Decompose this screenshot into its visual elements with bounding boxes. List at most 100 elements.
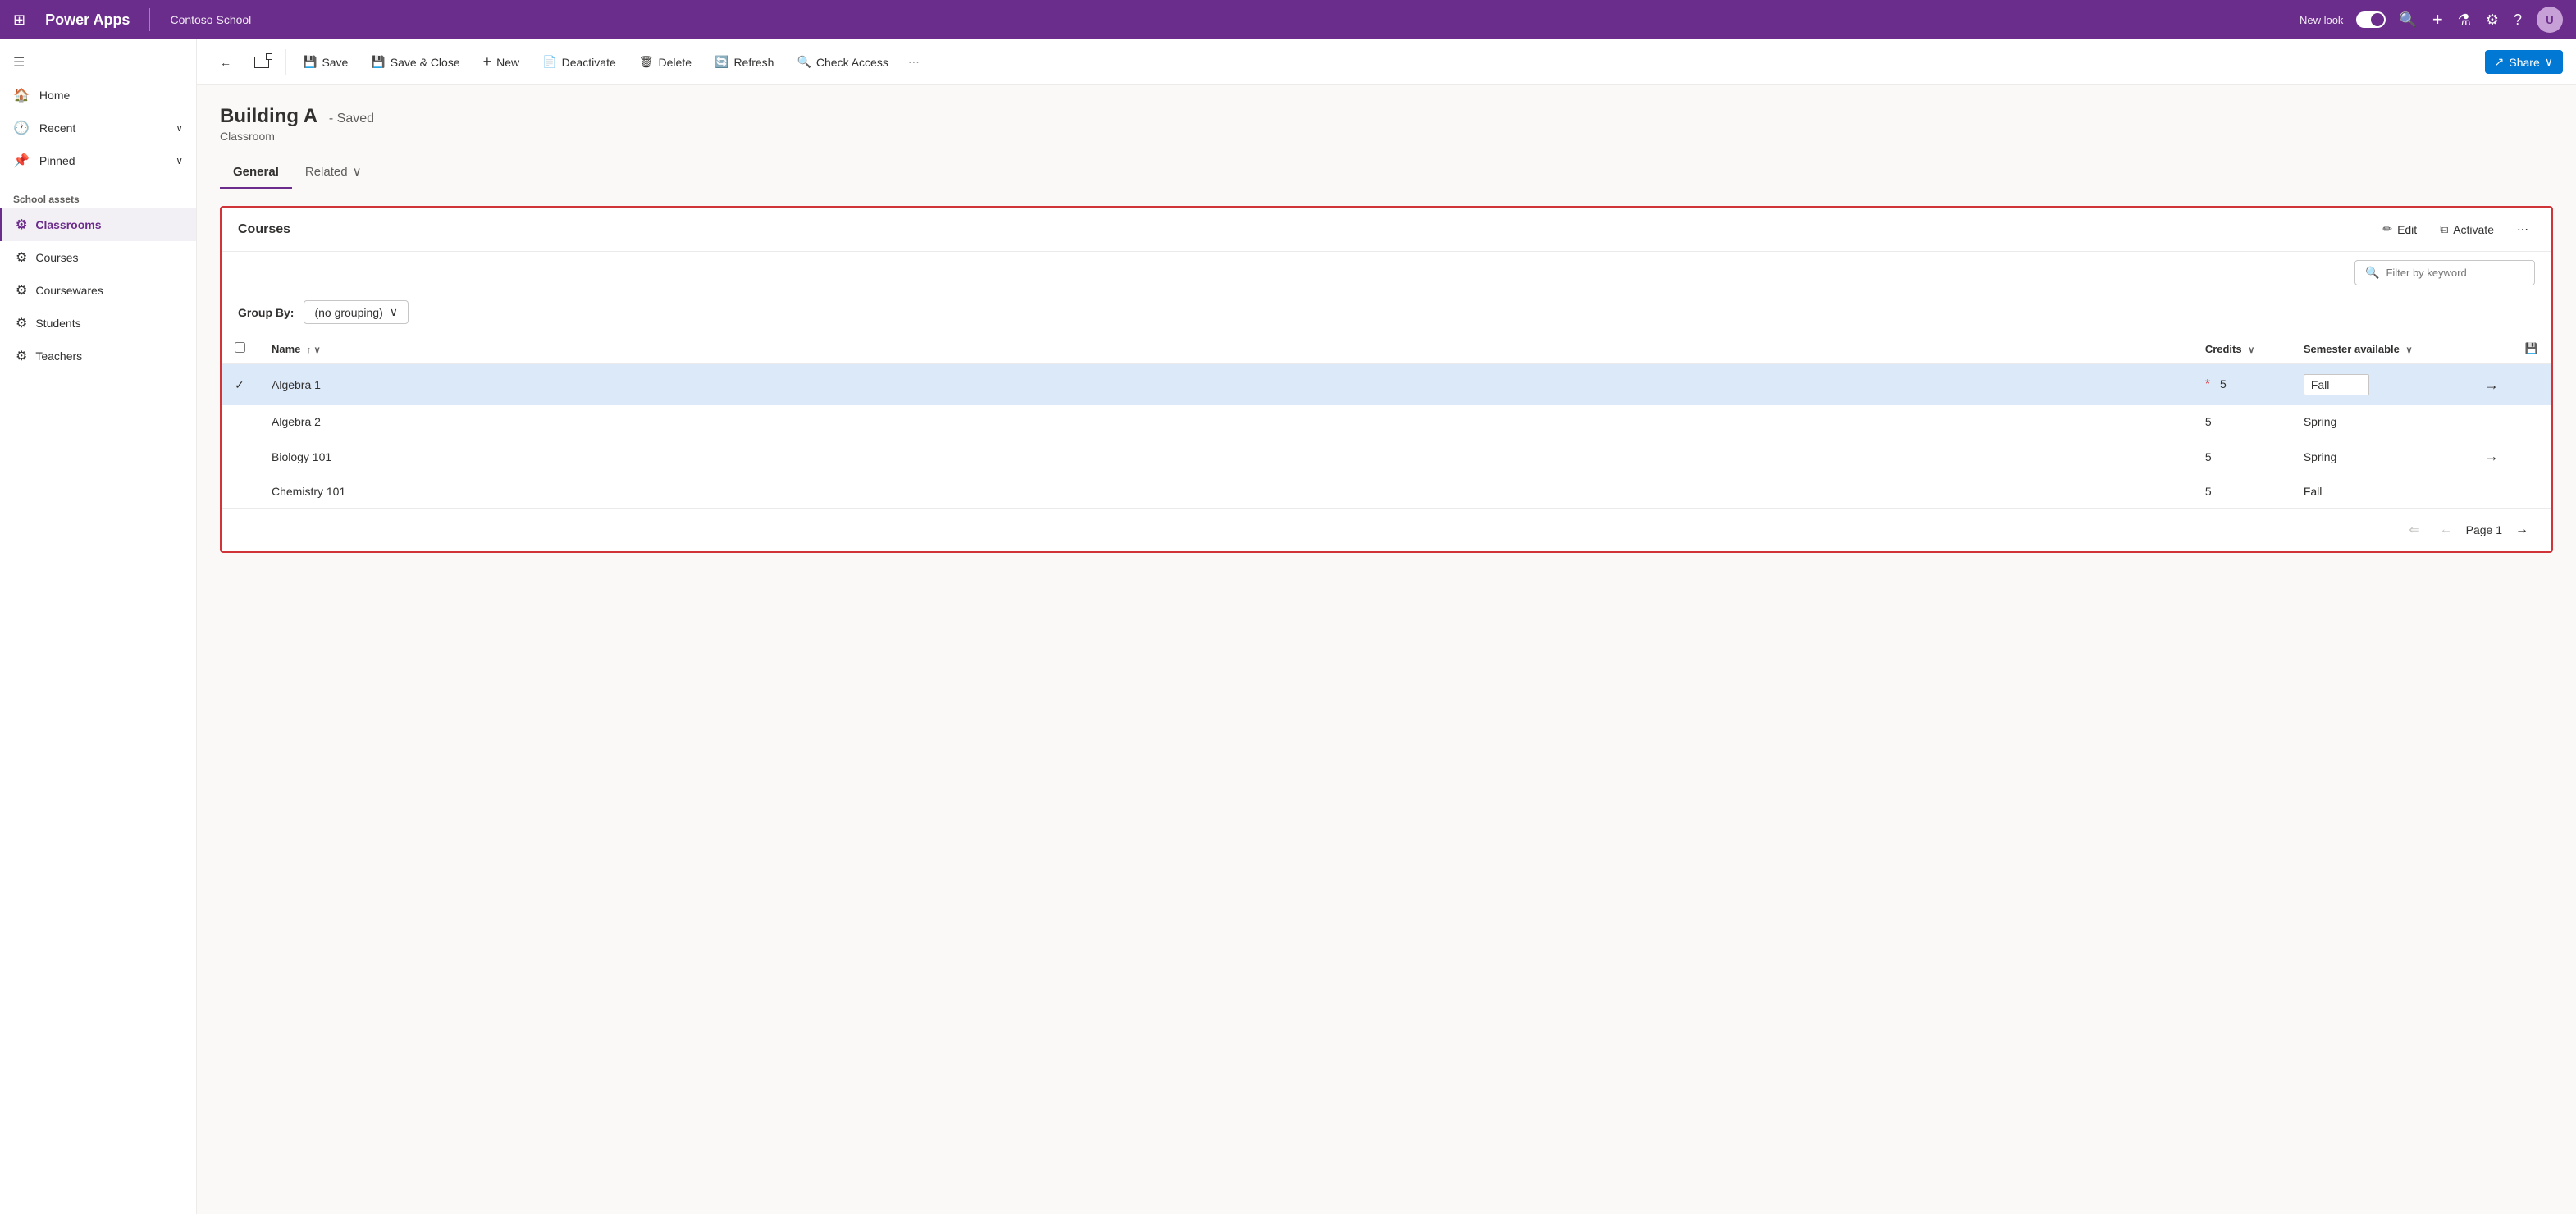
pagination: ⇐ ← Page 1 → bbox=[222, 508, 2551, 551]
group-by-bar: Group By: (no grouping) ∨ bbox=[222, 294, 2551, 334]
col-header-check[interactable] bbox=[222, 334, 258, 364]
home-label: Home bbox=[39, 89, 70, 102]
row3-check[interactable] bbox=[222, 438, 258, 475]
sidebar-item-courses[interactable]: ⚙ Courses bbox=[0, 241, 196, 274]
edit-button[interactable]: ✏ Edit bbox=[2376, 219, 2423, 240]
avatar[interactable]: U bbox=[2537, 7, 2563, 33]
sidebar-item-classrooms[interactable]: ⚙ Classrooms bbox=[0, 208, 196, 241]
classrooms-icon: ⚙ bbox=[16, 217, 27, 233]
sidebar-item-recent[interactable]: 🕐 Recent ∨ bbox=[0, 112, 196, 144]
col-header-semester[interactable]: Semester available ∨ bbox=[2291, 334, 2471, 364]
sidebar-item-home[interactable]: 🏠 Home bbox=[0, 79, 196, 112]
row4-check[interactable] bbox=[222, 475, 258, 508]
row4-save bbox=[2512, 475, 2551, 508]
check-access-button[interactable]: 🔍 Check Access bbox=[787, 50, 897, 74]
delete-button[interactable]: 🗑 Delete bbox=[629, 50, 701, 74]
refresh-button[interactable]: 🔄 Refresh bbox=[705, 50, 783, 74]
row1-navigate-icon[interactable]: → bbox=[2484, 377, 2499, 393]
settings-icon[interactable]: ⚙ bbox=[2486, 11, 2499, 29]
filter-icon[interactable]: ⚗ bbox=[2458, 11, 2471, 29]
record-title: Building A - Saved bbox=[220, 105, 2553, 128]
row4-name[interactable]: Chemistry 101 bbox=[258, 475, 2192, 508]
more-icon: ⋯ bbox=[908, 55, 920, 69]
panel-more-button[interactable]: ⋯ bbox=[2510, 219, 2535, 240]
save-button[interactable]: 💾 Save bbox=[293, 50, 358, 74]
page-prev-button[interactable]: ← bbox=[2433, 519, 2460, 541]
pinned-chevron-icon: ∨ bbox=[176, 155, 183, 167]
row2-nav bbox=[2471, 405, 2512, 438]
activate-icon: ⧉ bbox=[2440, 222, 2448, 236]
waffle-icon[interactable]: ⊞ bbox=[13, 11, 25, 29]
row1-name[interactable]: Algebra 1 bbox=[258, 364, 2192, 406]
save-close-icon: 💾 bbox=[371, 55, 385, 69]
share-button[interactable]: ↗ Share ∨ bbox=[2485, 50, 2563, 74]
row1-semester[interactable]: Fall bbox=[2291, 364, 2471, 406]
sidebar-item-pinned[interactable]: 📌 Pinned ∨ bbox=[0, 144, 196, 177]
col-save-icon: 💾 bbox=[2525, 342, 2538, 354]
row3-name[interactable]: Biology 101 bbox=[258, 438, 2192, 475]
page-next-button[interactable]: → bbox=[2509, 519, 2535, 541]
coursewares-label: Coursewares bbox=[35, 284, 103, 297]
teachers-label: Teachers bbox=[35, 349, 82, 363]
name-sort-icons: ↑ ∨ bbox=[307, 345, 321, 355]
filter-input[interactable] bbox=[2386, 267, 2524, 279]
group-by-select[interactable]: (no grouping) ∨ bbox=[304, 300, 409, 324]
new-look-label: New look bbox=[2300, 14, 2343, 26]
sidebar-menu-button[interactable]: ☰ bbox=[0, 46, 196, 79]
sidebar-item-teachers[interactable]: ⚙ Teachers bbox=[0, 340, 196, 372]
table-header-row: Name ↑ ∨ Credits ∨ Semester available ∨ bbox=[222, 334, 2551, 364]
search-icon[interactable]: 🔍 bbox=[2399, 11, 2417, 29]
open-button[interactable] bbox=[244, 52, 279, 73]
row3-nav[interactable]: → bbox=[2471, 438, 2512, 475]
delete-icon: 🗑 bbox=[639, 55, 654, 69]
top-navigation: ⊞ Power Apps Contoso School New look 🔍 +… bbox=[0, 0, 2576, 39]
row1-check[interactable]: ✓ bbox=[222, 364, 258, 406]
courses-panel: Courses ✏ Edit ⧉ Activate ⋯ bbox=[220, 206, 2553, 553]
share-chevron-icon: ∨ bbox=[2545, 55, 2553, 69]
table-row: ✓ Algebra 1 * 5 Fall → bbox=[222, 364, 2551, 406]
students-label: Students bbox=[35, 317, 80, 330]
deactivate-button[interactable]: 📄 Deactivate bbox=[532, 50, 626, 74]
save-icon: 💾 bbox=[303, 55, 317, 69]
row1-semester-field[interactable]: Fall bbox=[2304, 374, 2369, 395]
tabs: General Related ∨ bbox=[220, 156, 2553, 189]
new-look-toggle[interactable] bbox=[2356, 11, 2386, 28]
add-icon[interactable]: + bbox=[2432, 9, 2443, 30]
col-header-save: 💾 bbox=[2512, 334, 2551, 364]
row4-semester: Fall bbox=[2291, 475, 2471, 508]
new-button[interactable]: + New bbox=[473, 48, 530, 75]
tab-related[interactable]: Related ∨ bbox=[292, 156, 375, 189]
org-name: Contoso School bbox=[170, 13, 251, 26]
sidebar-item-coursewares[interactable]: ⚙ Coursewares bbox=[0, 274, 196, 307]
recent-chevron-icon: ∨ bbox=[176, 122, 183, 134]
row1-nav[interactable]: → bbox=[2471, 364, 2512, 406]
page-label: Page 1 bbox=[2466, 523, 2502, 536]
activate-button[interactable]: ⧉ Activate bbox=[2433, 219, 2501, 240]
related-chevron-icon: ∨ bbox=[353, 164, 362, 179]
saved-badge: - Saved bbox=[329, 112, 374, 126]
row3-navigate-icon[interactable]: → bbox=[2484, 448, 2499, 464]
row3-credits: 5 bbox=[2192, 438, 2291, 475]
courses-table: Name ↑ ∨ Credits ∨ Semester available ∨ bbox=[222, 334, 2551, 508]
toolbar: ← 💾 Save 💾 Save & Close + New 📄 bbox=[197, 39, 2576, 85]
col-header-name[interactable]: Name ↑ ∨ bbox=[258, 334, 2192, 364]
help-icon[interactable]: ? bbox=[2514, 11, 2522, 29]
sidebar: ☰ 🏠 Home 🕐 Recent ∨ 📌 Pinned ∨ School as… bbox=[0, 39, 197, 1214]
row2-check[interactable] bbox=[222, 405, 258, 438]
select-all-checkbox[interactable] bbox=[235, 342, 245, 353]
coursewares-icon: ⚙ bbox=[16, 282, 27, 299]
back-button[interactable]: ← bbox=[210, 51, 241, 74]
open-icon bbox=[254, 57, 269, 68]
filter-search-icon: 🔍 bbox=[2365, 266, 2379, 280]
tab-general[interactable]: General bbox=[220, 157, 292, 189]
table-row: Algebra 2 5 Spring bbox=[222, 405, 2551, 438]
row2-name[interactable]: Algebra 2 bbox=[258, 405, 2192, 438]
new-icon: + bbox=[483, 53, 492, 71]
page-first-button[interactable]: ⇐ bbox=[2402, 518, 2426, 541]
save-close-button[interactable]: 💾 Save & Close bbox=[361, 50, 469, 74]
row4-credits: 5 bbox=[2192, 475, 2291, 508]
more-button[interactable]: ⋯ bbox=[902, 50, 926, 74]
sidebar-item-students[interactable]: ⚙ Students bbox=[0, 307, 196, 340]
col-header-credits[interactable]: Credits ∨ bbox=[2192, 334, 2291, 364]
panel-more-icon: ⋯ bbox=[2517, 222, 2528, 236]
